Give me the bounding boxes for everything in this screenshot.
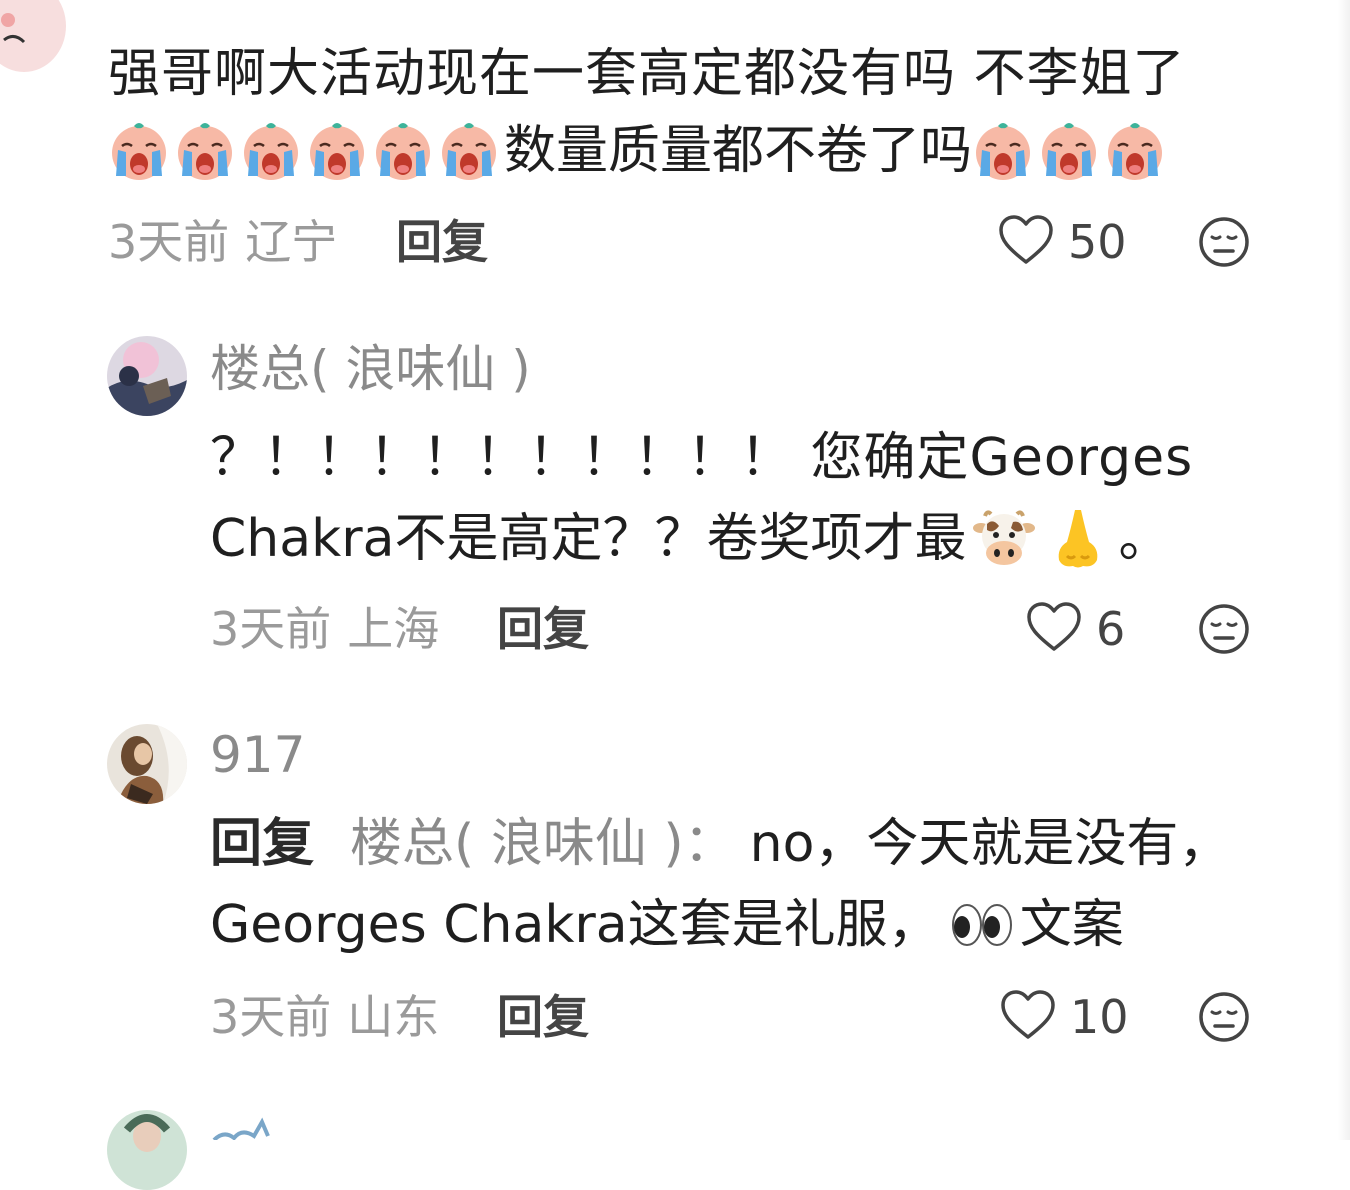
comment-location: 山东 [347, 990, 440, 1044]
reply-prefix: 回复 [210, 814, 315, 874]
crying-baby-emoji [1104, 120, 1166, 182]
neutral-face-icon[interactable] [1198, 216, 1250, 268]
neutral-face-icon[interactable] [1198, 991, 1250, 1043]
reply-target[interactable]: 楼总( 浪味仙 )： [350, 814, 736, 874]
heart-outline-icon [1000, 989, 1056, 1045]
comment-text: 数量质量都不卷了吗 [504, 121, 973, 181]
comment-location: 辽宁 [245, 215, 338, 269]
comment-text-line-1: 强哥啊大活动现在一套高定都没有吗 不李姐了 [108, 44, 1186, 104]
like-button[interactable]: 6 [1026, 601, 1125, 657]
like-button[interactable]: 50 [998, 214, 1127, 270]
comment-time: 3天前 [210, 990, 332, 1044]
comment-text: Chakra不是高定？？卷奖项才最 [210, 509, 967, 569]
crying-baby-emoji [108, 120, 170, 182]
comment-text: Georges Chakra这套是礼服， [210, 895, 940, 955]
like-button[interactable]: 10 [1000, 989, 1129, 1045]
cow-face-emoji [972, 508, 1035, 570]
crying-baby-emoji [1038, 120, 1100, 182]
username-partial[interactable] [210, 1116, 274, 1140]
crying-baby-emoji [306, 120, 368, 182]
comment-text-line-1: ？！！！！！！！！！！ 您确定Georges [210, 428, 1194, 488]
reply-button[interactable]: 回复 [396, 214, 488, 270]
like-count: 50 [1068, 215, 1127, 269]
heart-outline-icon [998, 214, 1054, 270]
like-count: 10 [1070, 990, 1129, 1044]
comment-meta: 3天前 辽宁 [108, 214, 337, 270]
reply-button[interactable]: 回复 [497, 989, 589, 1045]
nose-emoji [1053, 508, 1103, 570]
comment-meta: 3天前 山东 [210, 989, 439, 1045]
scroll-edge [1338, 0, 1350, 1140]
crying-baby-emoji [438, 120, 500, 182]
avatar[interactable] [107, 336, 187, 416]
reply-button[interactable]: 回复 [497, 601, 589, 657]
crying-baby-emoji [972, 120, 1034, 182]
comment-meta: 3天前 上海 [210, 601, 439, 657]
comment-text-tail: 。 [1118, 509, 1171, 569]
comment-time: 3天前 [210, 602, 332, 656]
comment-username[interactable]: 楼总( 浪味仙 ) [210, 338, 531, 400]
avatar-top-partial[interactable] [0, 0, 66, 72]
avatar[interactable] [107, 724, 187, 804]
like-count: 6 [1096, 602, 1126, 656]
comment-username[interactable]: 917 [210, 724, 305, 786]
avatar-next-partial[interactable] [107, 1110, 187, 1190]
comment-time: 3天前 [108, 215, 230, 269]
heart-outline-icon [1026, 601, 1082, 657]
crying-baby-emoji [174, 120, 236, 182]
comment-location: 上海 [347, 602, 440, 656]
comment-text-line-1: 回复 楼总( 浪味仙 )： no，今天就是没有， [210, 812, 1230, 876]
comment-text-line-2: Chakra不是高定？？卷奖项才最 。 [210, 504, 1171, 571]
comment-text-line-2: Georges Chakra这套是礼服， 文案 [210, 890, 1124, 957]
comment-text: no，今天就是没有， [749, 814, 1231, 874]
crying-baby-emoji [240, 120, 302, 182]
crying-baby-emoji [372, 120, 434, 182]
neutral-face-icon[interactable] [1198, 603, 1250, 655]
comment-text-line-2: 数量质量都不卷了吗 [108, 116, 1170, 183]
comment-text-tail: 文案 [1019, 895, 1124, 955]
eyes-emoji [950, 900, 1014, 950]
